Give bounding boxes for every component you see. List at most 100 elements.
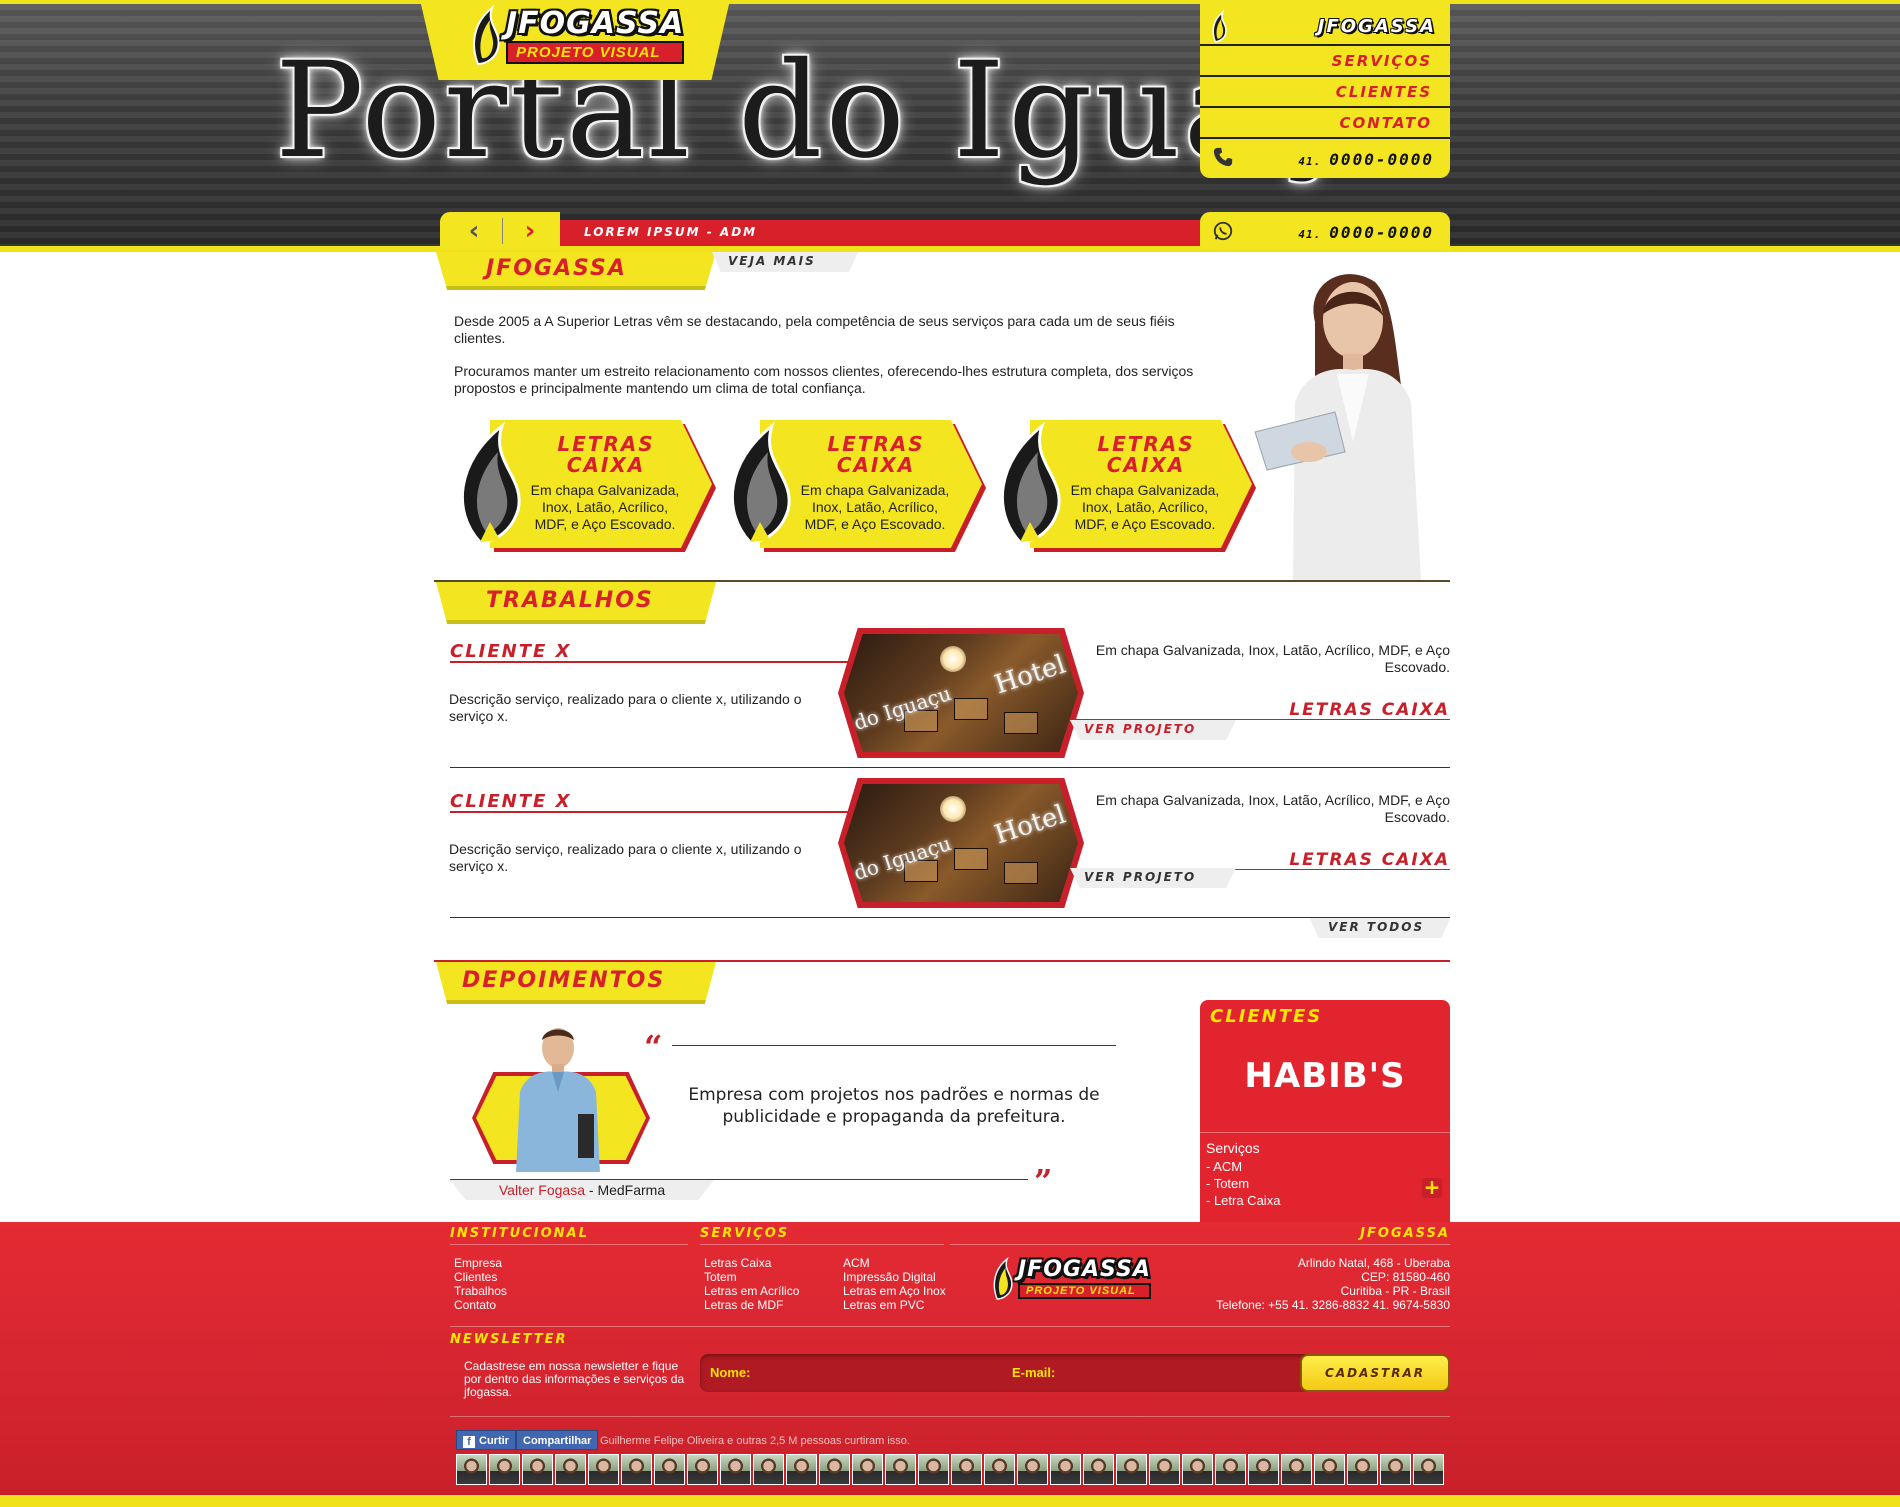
nav-item-clientes[interactable]: CLIENTES xyxy=(1200,77,1450,108)
logo-wordmark: JFOGASSA xyxy=(506,5,685,41)
logo-tagline: PROJETO VISUAL xyxy=(506,40,685,64)
project-photo: Hotel do Iguaçu xyxy=(844,634,1078,752)
nav-brand: JFOGASSA xyxy=(1317,16,1436,37)
fb-friend-avatar[interactable] xyxy=(654,1454,685,1485)
footer-service-link[interactable]: Letras em Acrílico xyxy=(704,1284,799,1298)
clients-divider xyxy=(1200,1132,1450,1133)
photo-sign-hotel: Hotel xyxy=(991,649,1070,701)
address-line: Curitiba - PR - Brasil xyxy=(1340,1284,1450,1298)
client-more-button[interactable]: + xyxy=(1422,1177,1442,1198)
whatsapp-row: 41. 0000-0000 xyxy=(1200,212,1450,250)
fb-friend-avatar[interactable] xyxy=(522,1454,553,1485)
footer-address: Arlindo Natal, 468 - Uberaba CEP: 81580-… xyxy=(1216,1256,1450,1312)
name-input[interactable] xyxy=(756,1360,996,1386)
fb-friend-avatar[interactable] xyxy=(918,1454,949,1485)
email-input[interactable] xyxy=(1066,1360,1286,1386)
view-project-link[interactable]: VER PROJETO xyxy=(1070,720,1236,740)
project-desc: Descrição serviço, realizado para o clie… xyxy=(449,691,802,724)
footer-service-link[interactable]: Letras em PVC xyxy=(843,1298,946,1312)
fb-friend-avatar[interactable] xyxy=(456,1454,487,1485)
slider-prev-button[interactable]: ‹ xyxy=(456,216,492,246)
fb-friend-avatar[interactable] xyxy=(489,1454,520,1485)
service-card[interactable]: LETRAS CAIXA Em chapa Galvanizada, Inox, … xyxy=(720,420,986,552)
footer-service-link[interactable]: ACM xyxy=(843,1256,946,1270)
fb-friend-avatar[interactable] xyxy=(786,1454,817,1485)
footer-link-clientes[interactable]: Clientes xyxy=(454,1270,507,1284)
email-label: E-mail: xyxy=(1012,1365,1056,1380)
footer-inst-title: INSTITUCIONAL xyxy=(450,1226,589,1241)
footer-service-link[interactable]: Letras de MDF xyxy=(704,1298,799,1312)
nav-brand-row[interactable]: JFOGASSA xyxy=(1200,8,1450,46)
slider-controls: ‹ › xyxy=(440,212,560,250)
facebook-icon: f xyxy=(463,1436,475,1448)
view-project-link[interactable]: VER PROJETO xyxy=(1070,868,1236,888)
fb-friend-avatar[interactable] xyxy=(687,1454,718,1485)
fb-friend-avatar[interactable] xyxy=(720,1454,751,1485)
clients-title: CLIENTES xyxy=(1210,1006,1323,1027)
quote-line-top xyxy=(672,1045,1116,1046)
fb-share-button[interactable]: Compartilhar xyxy=(516,1430,599,1450)
works-tab: TRABALHOS xyxy=(436,582,716,624)
quote-line-bottom xyxy=(450,1179,1028,1180)
footer-line xyxy=(450,1244,688,1245)
footer-link-trabalhos[interactable]: Trabalhos xyxy=(454,1284,507,1298)
project-category: LETRAS CAIXA xyxy=(1289,700,1450,720)
whatsapp-number: 41. 0000-0000 xyxy=(1298,223,1434,242)
fb-friend-avatar[interactable] xyxy=(1017,1454,1048,1485)
footer-line xyxy=(450,1416,1450,1417)
fb-like-button[interactable]: f Curtir xyxy=(456,1430,516,1450)
fb-friend-avatar[interactable] xyxy=(1149,1454,1180,1485)
footer-logo[interactable]: JFOGASSA PROJETO VISUAL xyxy=(990,1256,1151,1302)
nav-item-label: CONTATO xyxy=(1339,114,1432,132)
client-services-list: - ACM - Totem - Letra Caixa xyxy=(1206,1158,1280,1209)
project-material: Em chapa Galvanizada, Inox, Latão, Acríl… xyxy=(1095,642,1450,675)
fb-friend-avatar[interactable] xyxy=(1215,1454,1246,1485)
project-image[interactable]: Hotel do Iguaçu xyxy=(838,778,1084,908)
service-card[interactable]: LETRAS CAIXA Em chapa Galvanizada, Inox, … xyxy=(450,420,716,552)
newsletter-submit-button[interactable]: CADASTRAR xyxy=(1300,1354,1450,1392)
project-photo: Hotel do Iguaçu xyxy=(844,784,1078,902)
footer-line xyxy=(700,1244,944,1245)
fb-friend-avatar[interactable] xyxy=(555,1454,586,1485)
fb-friend-avatar[interactable] xyxy=(1281,1454,1312,1485)
site-logo[interactable]: JFOGASSA PROJETO VISUAL xyxy=(468,4,685,68)
testimonial-person-image xyxy=(516,1028,600,1172)
fb-friend-avatar[interactable] xyxy=(1347,1454,1378,1485)
fb-friend-avatar[interactable] xyxy=(588,1454,619,1485)
flame-logo-icon xyxy=(473,5,500,66)
fb-friend-avatar[interactable] xyxy=(984,1454,1015,1485)
fb-friend-avatar[interactable] xyxy=(1248,1454,1279,1485)
client-service-item: - Letra Caixa xyxy=(1206,1193,1281,1208)
fb-friend-avatar[interactable] xyxy=(885,1454,916,1485)
fb-friend-avatar[interactable] xyxy=(951,1454,982,1485)
project-client: CLIENTE X xyxy=(450,791,572,812)
window xyxy=(1004,712,1038,734)
lamp-glow xyxy=(940,796,966,822)
footer-service-link[interactable]: Totem xyxy=(704,1270,799,1284)
fb-friend-avatar[interactable] xyxy=(621,1454,652,1485)
fb-friend-avatar[interactable] xyxy=(1050,1454,1081,1485)
fb-friend-avatar[interactable] xyxy=(1380,1454,1411,1485)
see-all-link[interactable]: VER TODOS xyxy=(1310,918,1450,938)
fb-friend-avatar[interactable] xyxy=(1116,1454,1147,1485)
footer-service-link[interactable]: Letras em Aço Inox xyxy=(843,1284,946,1298)
fb-friend-avatar[interactable] xyxy=(819,1454,850,1485)
slider-next-button[interactable]: › xyxy=(512,216,548,246)
fb-friend-avatar[interactable] xyxy=(852,1454,883,1485)
fb-friend-avatar[interactable] xyxy=(1314,1454,1345,1485)
fb-friend-avatar[interactable] xyxy=(1413,1454,1444,1485)
footer-services-col2: ACM Impressão Digital Letras em Aço Inox… xyxy=(843,1256,946,1312)
see-more-link[interactable]: VEJA MAIS xyxy=(712,252,858,272)
footer-service-link[interactable]: Letras Caixa xyxy=(704,1256,799,1270)
footer-link-contato[interactable]: Contato xyxy=(454,1298,507,1312)
fb-friend-avatar[interactable] xyxy=(1083,1454,1114,1485)
footer-service-link[interactable]: Impressão Digital xyxy=(843,1270,946,1284)
nav-item-servicos[interactable]: SERVIÇOS xyxy=(1200,46,1450,77)
nav-item-contato[interactable]: CONTATO xyxy=(1200,108,1450,139)
project-image[interactable]: Hotel do Iguaçu xyxy=(838,628,1084,758)
service-card[interactable]: LETRAS CAIXA Em chapa Galvanizada, Inox, … xyxy=(990,420,1256,552)
client-logo-habibs[interactable]: HABIB'S xyxy=(1200,1056,1450,1096)
fb-friend-avatar[interactable] xyxy=(1182,1454,1213,1485)
footer-link-empresa[interactable]: Empresa xyxy=(454,1256,507,1270)
fb-friend-avatar[interactable] xyxy=(753,1454,784,1485)
